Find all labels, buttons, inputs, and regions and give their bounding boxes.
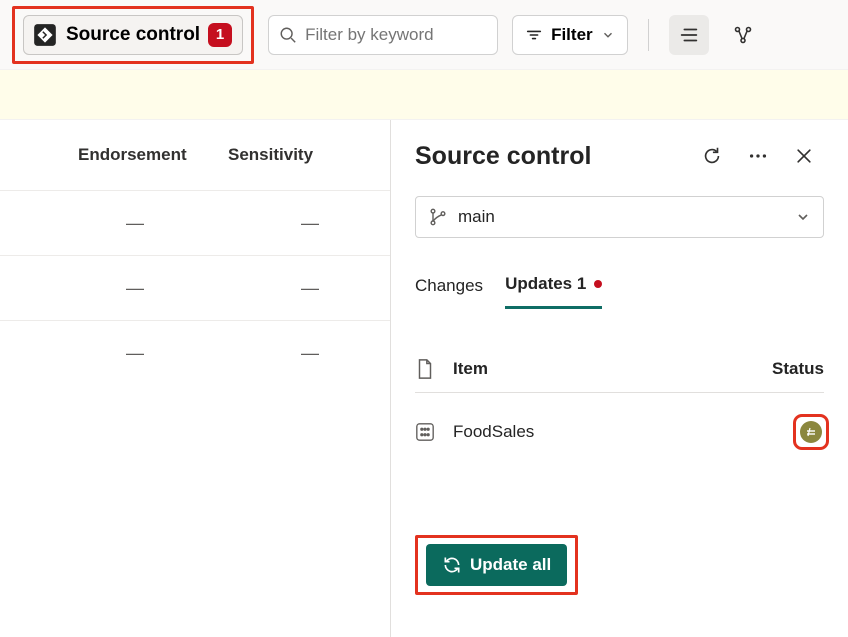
source-control-badge: 1 [208, 23, 232, 47]
update-item-row[interactable]: FoodSales [415, 393, 824, 471]
column-header-sensitivity[interactable]: Sensitivity [220, 145, 360, 165]
dataset-icon [415, 422, 435, 442]
close-icon [794, 146, 814, 166]
panel-tabs: Changes Updates 1 [415, 268, 824, 310]
tab-changes[interactable]: Changes [415, 268, 483, 309]
header-status-label: Status [772, 359, 824, 379]
more-horizontal-icon [747, 145, 769, 167]
updates-list-header: Item Status [415, 358, 824, 393]
source-control-highlight: Source control 1 [12, 6, 254, 64]
filter-keyword-search[interactable] [268, 15, 498, 55]
top-toolbar: Source control 1 Filter [0, 0, 848, 70]
cell-endorsement: — [50, 278, 220, 299]
tab-updates[interactable]: Updates 1 [505, 268, 602, 309]
cell-sensitivity: — [220, 343, 360, 364]
list-view-button[interactable] [669, 15, 709, 55]
panel-title: Source control [415, 142, 591, 171]
filter-icon [525, 26, 543, 44]
table-row[interactable]: — — [0, 190, 390, 255]
panel-actions [692, 136, 824, 176]
file-icon [415, 358, 435, 380]
refresh-icon [701, 145, 723, 167]
workspace-table: Endorsement Sensitivity — — — — — — [0, 120, 391, 637]
source-control-icon [32, 22, 58, 48]
close-panel-button[interactable] [784, 136, 824, 176]
status-highlight [798, 419, 824, 445]
header-item-label: Item [453, 359, 488, 379]
toolbar-divider [648, 19, 649, 51]
column-header-endorsement[interactable]: Endorsement [50, 145, 220, 165]
chevron-down-icon [601, 28, 615, 42]
table-row[interactable]: — — [0, 255, 390, 320]
lineage-icon [732, 24, 754, 46]
branch-selector[interactable]: main [415, 196, 824, 238]
search-icon [279, 26, 297, 44]
source-control-panel: Source control [391, 120, 848, 637]
sync-icon [442, 555, 462, 575]
filter-button[interactable]: Filter [512, 15, 628, 55]
update-all-button[interactable]: Update all [426, 544, 567, 586]
source-control-button[interactable]: Source control 1 [23, 15, 243, 55]
update-all-highlight: Update all [415, 535, 578, 595]
source-control-label: Source control [66, 24, 200, 46]
table-header-row: Endorsement Sensitivity [0, 120, 390, 190]
cell-sensitivity: — [220, 213, 360, 234]
panel-header: Source control [415, 136, 824, 176]
updates-indicator-dot [594, 280, 602, 288]
main-area: Endorsement Sensitivity — — — — — — Sour… [0, 120, 848, 637]
cell-endorsement: — [50, 343, 220, 364]
notification-ribbon [0, 70, 848, 120]
table-row[interactable]: — — [0, 320, 390, 385]
cell-endorsement: — [50, 213, 220, 234]
cell-sensitivity: — [220, 278, 360, 299]
more-options-button[interactable] [738, 136, 778, 176]
branch-icon [428, 207, 448, 227]
filter-label: Filter [551, 25, 593, 45]
branch-name: main [458, 207, 495, 227]
chevron-down-icon [795, 209, 811, 225]
update-all-label: Update all [470, 555, 551, 575]
refresh-button[interactable] [692, 136, 732, 176]
status-conflict-icon [800, 421, 822, 443]
list-view-icon [678, 24, 700, 46]
update-item-name: FoodSales [453, 422, 534, 442]
lineage-view-button[interactable] [723, 15, 763, 55]
tab-updates-label: Updates 1 [505, 274, 586, 294]
tab-changes-label: Changes [415, 276, 483, 296]
filter-keyword-input[interactable] [305, 25, 487, 45]
